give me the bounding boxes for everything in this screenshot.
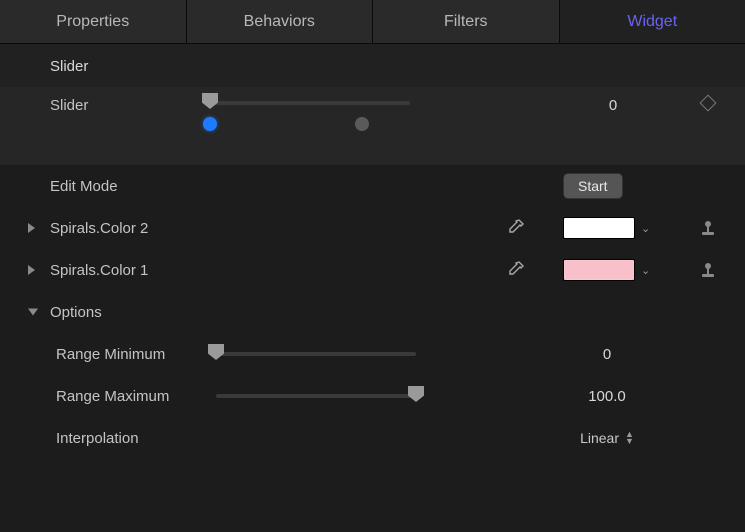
color2-swatch[interactable] <box>563 217 635 239</box>
edit-mode-row: Edit Mode Start <box>0 165 745 207</box>
edit-mode-label: Edit Mode <box>50 178 210 195</box>
range-max-value[interactable]: 100.0 <box>537 388 677 405</box>
eyedropper-icon[interactable] <box>505 218 525 238</box>
options-group: Range Minimum 0 Range Maximum 100.0 Inte… <box>6 333 739 459</box>
eyedropper-icon[interactable] <box>505 260 525 280</box>
chevron-down-icon[interactable]: ⌄ <box>641 222 650 235</box>
tab-properties[interactable]: Properties <box>0 0 187 43</box>
disclosure-triangle-icon[interactable] <box>28 265 35 275</box>
disclosure-triangle-icon[interactable] <box>28 223 35 233</box>
stepper-arrows-icon: ▲▼ <box>625 431 634 445</box>
interpolation-value: Linear <box>580 430 619 446</box>
range-min-row: Range Minimum 0 <box>6 333 739 375</box>
range-min-slider[interactable] <box>216 352 416 356</box>
color1-label: Spirals.Color 1 <box>50 262 210 279</box>
range-min-label: Range Minimum <box>56 346 216 363</box>
start-button[interactable]: Start <box>563 173 623 199</box>
slider-row: Slider 0 <box>0 87 745 165</box>
tab-bar: Properties Behaviors Filters Widget <box>0 0 745 44</box>
tab-widget[interactable]: Widget <box>560 0 745 43</box>
range-max-slider[interactable] <box>216 394 416 398</box>
options-label: Options <box>50 304 210 321</box>
joystick-icon[interactable] <box>699 261 717 279</box>
range-max-label: Range Maximum <box>56 388 216 405</box>
slider-label: Slider <box>50 97 210 114</box>
chevron-down-icon[interactable]: ⌄ <box>641 264 650 277</box>
slider-group: Slider 0 <box>0 87 745 165</box>
interpolation-select[interactable]: Linear ▲▼ <box>537 430 677 446</box>
color1-swatch[interactable] <box>563 259 635 281</box>
slider-value[interactable]: 0 <box>543 97 683 114</box>
interpolation-label: Interpolation <box>56 430 216 447</box>
disclosure-triangle-icon[interactable] <box>28 309 38 316</box>
keyframe-dot[interactable] <box>355 117 369 131</box>
color2-row: Spirals.Color 2 ⌄ <box>0 207 745 249</box>
slider-keyframe-track[interactable] <box>210 123 410 125</box>
tab-filters[interactable]: Filters <box>373 0 560 43</box>
color2-label: Spirals.Color 2 <box>50 220 210 237</box>
slider-track[interactable] <box>210 101 410 105</box>
interpolation-row: Interpolation Linear ▲▼ <box>6 417 739 459</box>
options-header-row: Options <box>0 291 745 333</box>
tab-behaviors[interactable]: Behaviors <box>187 0 374 43</box>
slider-thumb[interactable] <box>408 386 424 402</box>
joystick-icon[interactable] <box>699 219 717 237</box>
range-min-value[interactable]: 0 <box>537 346 677 363</box>
section-title: Slider <box>0 44 745 87</box>
color1-row: Spirals.Color 1 ⌄ <box>0 249 745 291</box>
keyframe-toggle-icon[interactable] <box>700 95 717 112</box>
keyframe-dot-active[interactable] <box>203 117 217 131</box>
widget-panel: Slider Slider 0 Edit Mode Start <box>0 44 745 459</box>
range-max-row: Range Maximum 100.0 <box>6 375 739 417</box>
